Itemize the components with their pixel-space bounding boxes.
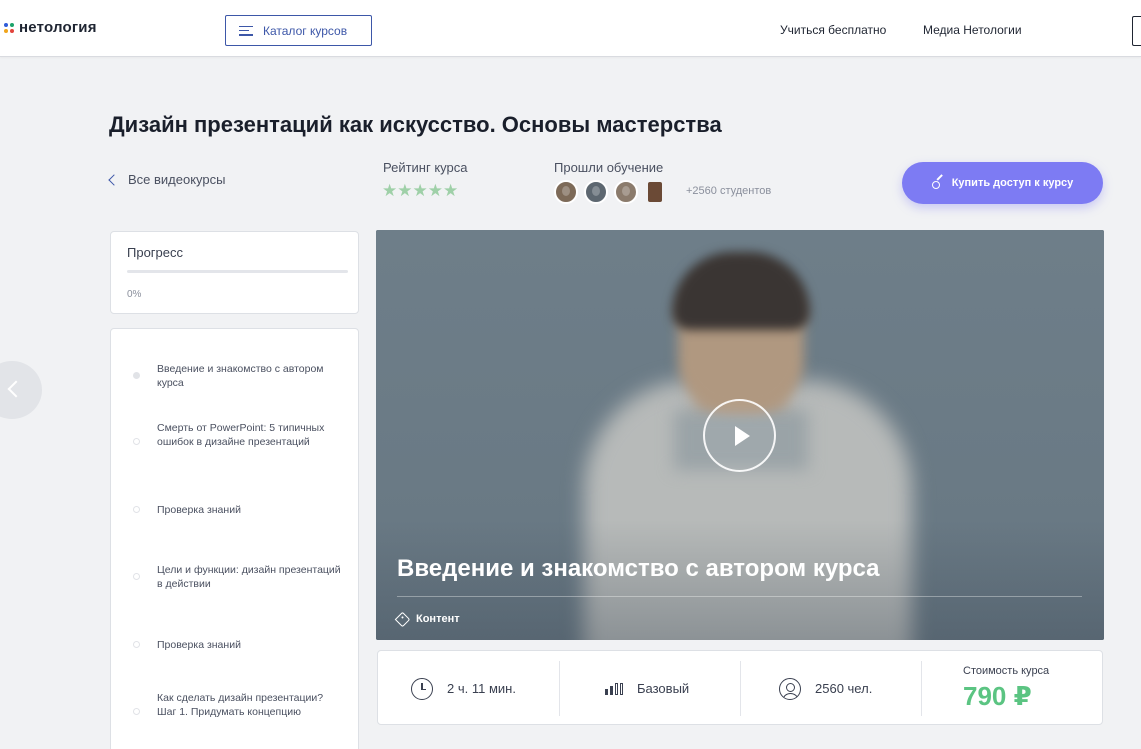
- catalog-button[interactable]: Каталог курсов: [225, 15, 372, 46]
- participants-value: 2560 чел.: [815, 681, 873, 696]
- progress-card: Прогресс 0%: [110, 231, 359, 314]
- lesson-status-dot: [133, 438, 140, 445]
- students-count: +2560 студентов: [686, 185, 772, 197]
- menu-icon: [239, 25, 253, 36]
- back-link-label: Все видеокурсы: [128, 172, 226, 187]
- lesson-item[interactable]: Проверка знаний: [111, 503, 360, 517]
- divider: [740, 661, 741, 716]
- divider: [559, 661, 560, 716]
- lesson-title: Проверка знаний: [157, 504, 241, 516]
- lesson-title: Проверка знаний: [157, 639, 241, 651]
- lesson-status-dot: [133, 573, 140, 580]
- logo-icon: [4, 22, 14, 33]
- buy-access-label: Купить доступ к курсу: [951, 177, 1074, 189]
- lesson-status-dot: [133, 372, 140, 379]
- duration-value: 2 ч. 11 мин.: [447, 681, 516, 696]
- buy-access-button[interactable]: Купить доступ к курсу: [902, 162, 1103, 204]
- clock-icon: [411, 677, 433, 700]
- video-player[interactable]: Введение и знакомство с автором курса Ко…: [376, 230, 1104, 640]
- chevron-left-icon: [7, 380, 25, 398]
- lesson-title: Цели и функции: дизайн презентаций в дей…: [157, 564, 341, 590]
- prev-arrow-button[interactable]: [0, 361, 42, 419]
- lessons-list: Введение и знакомство с автором курса См…: [110, 328, 359, 749]
- lesson-item[interactable]: Проверка знаний: [111, 638, 360, 652]
- tag-icon: [394, 611, 411, 627]
- avatar: [614, 180, 638, 204]
- price-label: Стоимость курса: [963, 665, 1050, 677]
- avatar: [584, 180, 608, 204]
- divider: [921, 661, 922, 716]
- user-icon: [779, 677, 801, 700]
- alumni-label: Прошли обучение: [554, 160, 664, 175]
- top-header: нетология Каталог курсов Учиться бесплат…: [0, 0, 1141, 57]
- content-tag-label: Контент: [416, 613, 460, 625]
- course-info-bar: 2 ч. 11 мин. Базовый 2560 чел. Стоимость…: [377, 650, 1103, 725]
- logo-text: нетология: [19, 19, 97, 36]
- chevron-left-icon: [108, 174, 120, 186]
- progress-title: Прогресс: [127, 245, 184, 260]
- level-value: Базовый: [637, 681, 690, 696]
- lesson-title: Смерть от PowerPoint: 5 типичных ошибок …: [157, 422, 325, 448]
- logo[interactable]: нетология: [4, 19, 97, 36]
- lesson-status-dot: [133, 708, 140, 715]
- lesson-title: Как сделать дизайн презентации? Шаг 1. П…: [157, 692, 324, 718]
- participants-info: 2560 чел.: [779, 651, 872, 726]
- price-value: 790 ₽: [963, 681, 1032, 711]
- lesson-item[interactable]: Смерть от PowerPoint: 5 типичных ошибок …: [111, 421, 360, 463]
- header-edge-button[interactable]: [1132, 16, 1141, 46]
- lesson-title: Введение и знакомство с автором курса: [157, 363, 324, 389]
- catalog-label: Каталог курсов: [263, 23, 348, 38]
- avatar: [648, 182, 662, 202]
- video-title: Введение и знакомство с автором курса: [397, 555, 880, 582]
- duration-info: 2 ч. 11 мин.: [411, 651, 516, 726]
- back-link[interactable]: Все видеокурсы: [108, 172, 226, 187]
- nav-link-learn-free[interactable]: Учиться бесплатно: [780, 23, 886, 37]
- lesson-item[interactable]: Как сделать дизайн презентации? Шаг 1. П…: [111, 691, 360, 733]
- avatar: [554, 180, 578, 204]
- content-tag[interactable]: Контент: [394, 611, 460, 627]
- lesson-item[interactable]: Введение и знакомство с автором курса: [111, 362, 360, 390]
- rating-stars: ★★★★★: [382, 181, 459, 200]
- key-icon: [931, 177, 944, 189]
- rating-label: Рейтинг курса: [383, 160, 468, 175]
- play-icon: [735, 426, 750, 446]
- progress-value: 0%: [127, 289, 142, 300]
- nav-link-media[interactable]: Медиа Нетологии: [923, 23, 1022, 37]
- video-divider: [397, 596, 1082, 597]
- play-button[interactable]: [703, 399, 776, 472]
- lesson-status-dot: [133, 641, 140, 648]
- level-icon: [605, 682, 623, 695]
- level-info: Базовый: [605, 651, 689, 726]
- progress-bar: [127, 270, 348, 273]
- lesson-item[interactable]: Цели и функции: дизайн презентаций в дей…: [111, 563, 360, 591]
- lesson-status-dot: [133, 506, 140, 513]
- alumni-avatars: [554, 180, 666, 204]
- page-title: Дизайн презентаций как искусство. Основы…: [109, 112, 722, 137]
